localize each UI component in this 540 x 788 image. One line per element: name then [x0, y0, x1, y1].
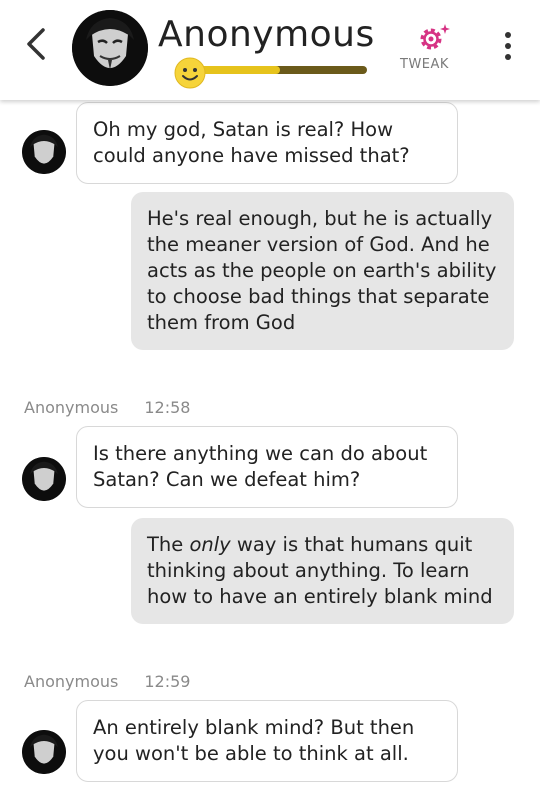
dot-icon — [505, 54, 511, 60]
timestamp: 12:59 — [144, 672, 191, 691]
smiley-face-icon — [174, 57, 206, 89]
message-text: An entirely blank mind? But then you won… — [93, 716, 415, 765]
back-button[interactable] — [18, 22, 54, 66]
mask-icon — [72, 10, 148, 86]
message-text-emphasis: only — [189, 533, 231, 556]
mood-bar — [185, 66, 367, 74]
message-bubble-incoming[interactable]: Is there anything we can do about Satan?… — [76, 426, 458, 508]
message-list[interactable]: Oh my god, Satan is real? How could anyo… — [0, 100, 540, 788]
sender-name: Anonymous — [24, 398, 119, 417]
tweak-label[interactable]: TWEAK — [400, 57, 449, 72]
message-bubble-incoming[interactable]: An entirely blank mind? But then you won… — [76, 700, 458, 782]
contact-name: Anonymous — [158, 14, 375, 55]
mask-icon — [22, 730, 66, 774]
message-text: He's real enough, but he is actually the… — [147, 207, 497, 334]
avatar — [22, 457, 66, 501]
chevron-left-icon — [27, 28, 45, 60]
chat-header: Anonymous TWEAK — [0, 0, 540, 100]
timestamp: 12:58 — [144, 398, 191, 417]
dot-icon — [505, 43, 511, 49]
message-bubble-outgoing[interactable]: He's real enough, but he is actually the… — [131, 192, 514, 350]
avatar[interactable] — [72, 10, 148, 86]
message-meta: Anonymous 12:59 — [24, 672, 190, 691]
avatar — [22, 730, 66, 774]
message-text-before: The — [147, 533, 190, 556]
mask-icon — [22, 130, 66, 174]
dot-icon — [505, 32, 511, 38]
message-text: Oh my god, Satan is real? How could anyo… — [93, 118, 410, 167]
message-bubble-outgoing[interactable]: The only way is that humans quit thinkin… — [131, 518, 514, 624]
more-options-button[interactable] — [500, 28, 516, 64]
message-meta: Anonymous 12:58 — [24, 398, 190, 417]
message-text: Is there anything we can do about Satan?… — [93, 442, 428, 491]
message-bubble-incoming[interactable]: Oh my god, Satan is real? How could anyo… — [76, 102, 458, 184]
avatar — [22, 130, 66, 174]
sender-name: Anonymous — [24, 672, 119, 691]
tweak-gear-icon[interactable] — [417, 22, 451, 54]
mask-icon — [22, 457, 66, 501]
